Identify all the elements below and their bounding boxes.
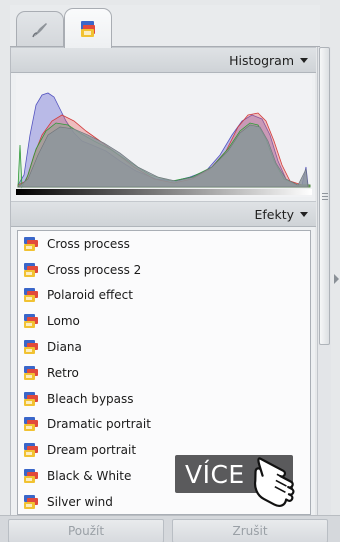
- panel-scrollbar[interactable]: [317, 47, 331, 515]
- grip-line: [322, 199, 328, 200]
- list-item-label: Bleach bypass: [47, 391, 134, 406]
- list-item-label: Diana: [47, 340, 82, 355]
- list-item-label: Cross process: [47, 236, 130, 251]
- list-item-label: Dramatic portrait: [47, 417, 151, 432]
- list-item-label: Silver wind: [47, 494, 113, 509]
- list-item[interactable]: Lomo: [18, 308, 310, 334]
- more-badge-label: VÍCE: [185, 459, 245, 489]
- effect-icon: [24, 417, 38, 432]
- list-item-label: Black & White: [47, 469, 132, 484]
- histogram-graph: [16, 75, 312, 197]
- grip-line: [322, 196, 328, 197]
- effect-icon: [24, 262, 38, 277]
- list-item-label: Dream portrait: [47, 443, 137, 458]
- tab-adjust[interactable]: [16, 11, 64, 48]
- panel-body: Histogram Efekty Cross process Cross pro…: [10, 47, 316, 515]
- apply-button[interactable]: Použít: [8, 519, 164, 542]
- effects-stack-icon: [81, 20, 95, 37]
- histogram-gradient-bar: [16, 189, 312, 195]
- effect-icon: [24, 236, 38, 251]
- effects-title: Efekty: [254, 206, 294, 222]
- list-item[interactable]: Bleach bypass: [18, 386, 310, 412]
- effect-icon: [24, 314, 38, 329]
- effect-icon: [24, 340, 38, 355]
- list-item-label: Retro: [47, 365, 79, 380]
- chevron-right-icon[interactable]: [334, 274, 339, 284]
- scrollbar-thumb[interactable]: [319, 47, 330, 345]
- button-bar: Použít Zrušit: [0, 515, 340, 542]
- chevron-down-icon: [300, 211, 308, 217]
- tab-strip: [10, 5, 320, 48]
- effects-panel-window: Histogram Efekty Cross process Cross pro…: [0, 0, 340, 542]
- list-item[interactable]: Dramatic portrait: [18, 412, 310, 438]
- effect-icon: [24, 469, 38, 484]
- list-item-label: Lomo: [47, 314, 80, 329]
- effects-header[interactable]: Efekty: [11, 201, 316, 227]
- histogram-header[interactable]: Histogram: [11, 47, 316, 73]
- effect-icon: [24, 494, 38, 509]
- list-item[interactable]: Cross process 2: [18, 257, 310, 283]
- hand-pointer-icon: [253, 457, 295, 507]
- list-item[interactable]: Retro: [18, 360, 310, 386]
- list-item-label: Polaroid effect: [47, 288, 133, 303]
- effect-icon: [24, 443, 38, 458]
- effect-icon: [24, 288, 38, 303]
- list-item-label: Cross process 2: [47, 262, 142, 277]
- list-item[interactable]: Polaroid effect: [18, 283, 310, 309]
- list-item[interactable]: Cross process: [18, 231, 310, 257]
- tab-effects[interactable]: [64, 8, 112, 48]
- grip-line: [322, 193, 328, 194]
- effect-icon: [24, 391, 38, 406]
- chevron-down-icon: [300, 57, 308, 63]
- list-item[interactable]: Diana: [18, 334, 310, 360]
- effect-icon: [24, 365, 38, 380]
- cancel-button[interactable]: Zrušit: [172, 519, 328, 542]
- histogram-title: Histogram: [229, 52, 294, 68]
- brush-icon: [32, 23, 47, 38]
